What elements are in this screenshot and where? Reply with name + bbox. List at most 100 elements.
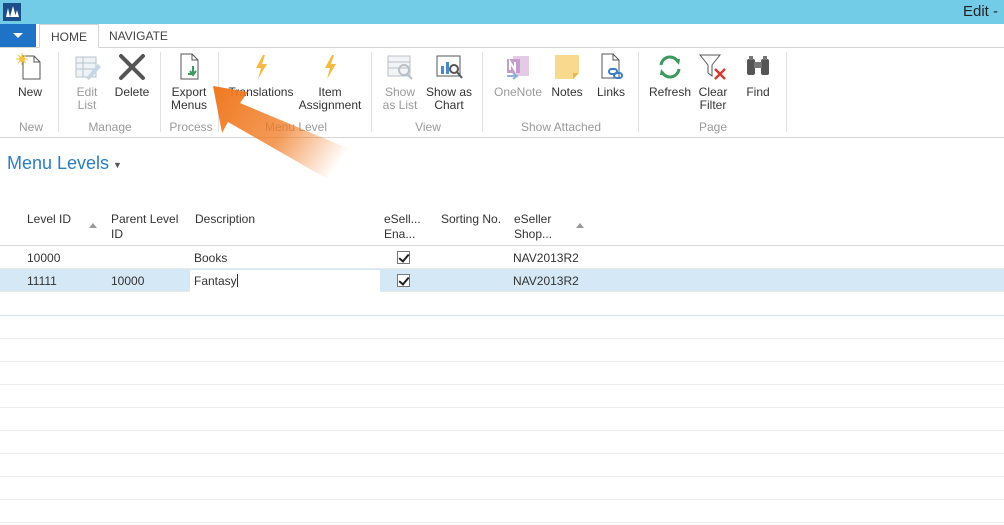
column-header-level-id[interactable]: Level ID	[27, 212, 71, 227]
sticky-note-icon	[555, 55, 579, 79]
clear-filter-button[interactable]: Clear Filter	[697, 52, 729, 112]
notes-label: Notes	[551, 85, 583, 99]
tab-home[interactable]: HOME	[39, 24, 99, 48]
cell-parent-level-id: 10000	[111, 274, 145, 288]
group-label-menu-level: Menu Level	[264, 120, 328, 134]
show-as-list-label-2: as List	[382, 98, 418, 112]
eseller-enabled-checkbox[interactable]	[397, 251, 410, 264]
column-header-parent-level-id[interactable]: Parent Level ID	[111, 212, 178, 242]
column-header-label: Level ID	[27, 212, 72, 226]
column-header-label: eSell...	[384, 212, 421, 226]
new-document-icon	[16, 53, 41, 80]
onenote-icon	[507, 56, 529, 80]
new-button-label: New	[17, 85, 42, 99]
cell-eseller-shop: NAV2013R2	[513, 251, 579, 265]
cell-level-id: 11111	[27, 274, 57, 288]
export-menus-label-2: Menus	[170, 98, 208, 112]
cell-level-id: 10000	[27, 251, 61, 265]
empty-row[interactable]	[0, 431, 1004, 454]
eseller-enabled-checkbox[interactable]	[397, 274, 410, 287]
links-button[interactable]: Links	[594, 52, 628, 99]
dynamics-logo-icon	[3, 3, 21, 21]
cell-description: Books	[194, 251, 228, 265]
new-button[interactable]: New	[14, 52, 46, 99]
group-label-process: Process	[169, 120, 213, 134]
empty-row[interactable]	[0, 362, 1004, 385]
onenote-button[interactable]: OneNote	[492, 52, 544, 99]
text-cursor	[236, 274, 238, 287]
onenote-label: OneNote	[493, 85, 543, 99]
page-title[interactable]: Menu Levels	[7, 153, 109, 174]
column-header-label: Description	[195, 212, 256, 226]
find-label: Find	[746, 85, 770, 99]
group-separator	[371, 52, 372, 132]
clear-filter-icon	[698, 54, 726, 80]
links-label: Links	[596, 85, 625, 99]
empty-row[interactable]	[0, 385, 1004, 408]
empty-row[interactable]	[0, 408, 1004, 431]
edit-list-button[interactable]: Edit List	[70, 52, 104, 112]
window-title: Edit -	[962, 3, 998, 20]
links-document-icon	[601, 53, 623, 79]
column-header-label: Parent Level	[111, 212, 179, 226]
description-text: Fantasy	[194, 274, 237, 288]
cell-eseller-shop: NAV2013R2	[513, 274, 579, 288]
translations-button[interactable]: Translations	[228, 52, 294, 99]
group-label-view: View	[415, 120, 441, 134]
group-separator	[482, 52, 483, 132]
empty-row[interactable]	[0, 293, 1004, 316]
group-separator	[638, 52, 639, 132]
find-button[interactable]: Find	[742, 52, 774, 99]
page-title-dropdown-icon[interactable]: ▼	[113, 160, 122, 170]
application-menu-button[interactable]	[0, 24, 36, 47]
table-row-selected[interactable]: 11111 10000 Fantasy NAV2013R2	[0, 269, 1004, 292]
delete-x-icon	[119, 54, 145, 80]
notes-button[interactable]: Notes	[549, 52, 585, 99]
sort-ascending-icon	[576, 223, 584, 228]
group-label-page: Page	[698, 120, 728, 134]
empty-row[interactable]	[0, 316, 1004, 339]
column-header-label: eSeller	[514, 212, 552, 226]
item-assignment-label-2: Assignment	[298, 98, 362, 112]
export-document-icon	[180, 53, 199, 80]
group-separator	[160, 52, 161, 132]
tab-navigate[interactable]: NAVIGATE	[98, 24, 179, 48]
column-header-eseller-shop[interactable]: eSeller Shop...	[514, 212, 552, 242]
empty-row[interactable]	[0, 477, 1004, 500]
show-as-chart-label-2: Chart	[434, 98, 464, 112]
column-header-description[interactable]: Description	[195, 212, 255, 227]
column-header-label: Ena...	[384, 227, 416, 241]
empty-row[interactable]	[0, 500, 1004, 523]
refresh-icon	[659, 55, 681, 79]
refresh-label: Refresh	[648, 85, 692, 99]
column-header-label: Shop...	[514, 227, 553, 241]
description-edit-value: Fantasy	[194, 274, 238, 288]
column-header-eseller-enabled[interactable]: eSell... Ena...	[384, 212, 421, 242]
delete-button[interactable]: Delete	[112, 52, 152, 99]
edit-list-icon	[75, 56, 101, 80]
column-header-label: ID	[111, 227, 123, 241]
translations-label: Translations	[228, 85, 294, 99]
item-assignment-button[interactable]: Item Assignment	[297, 52, 363, 112]
group-label-new: New	[18, 120, 43, 134]
column-header-label: Sorting No.	[441, 212, 502, 226]
empty-row[interactable]	[0, 339, 1004, 362]
show-as-list-button[interactable]: Show as List	[382, 52, 418, 112]
show-as-chart-button[interactable]: Show as Chart	[424, 52, 474, 112]
empty-row[interactable]	[0, 454, 1004, 477]
refresh-button[interactable]: Refresh	[648, 52, 692, 99]
lightning-icon	[325, 55, 336, 79]
table-row[interactable]: 10000 Books NAV2013R2	[0, 246, 1004, 269]
edit-list-label-2: List	[77, 98, 97, 112]
ribbon-tab-row: HOME NAVIGATE	[0, 24, 1004, 48]
delete-button-label: Delete	[114, 85, 150, 99]
group-separator	[218, 52, 219, 132]
group-separator	[786, 52, 787, 132]
lightning-icon	[256, 55, 267, 79]
show-as-chart-icon	[436, 55, 463, 79]
export-menus-button[interactable]: Export Menus	[168, 52, 210, 112]
column-header-sorting-no[interactable]: Sorting No.	[441, 212, 501, 227]
sort-ascending-icon	[89, 223, 97, 228]
binoculars-icon	[747, 56, 769, 75]
description-edit-field[interactable]: Fantasy	[190, 270, 380, 292]
